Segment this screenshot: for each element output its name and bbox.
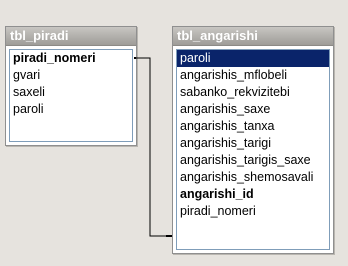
table-title[interactable]: tbl_piradi xyxy=(6,27,136,46)
field-piradi-nomeri[interactable]: piradi_nomeri xyxy=(10,50,132,67)
field-paroli[interactable]: paroli xyxy=(10,101,132,118)
field-paroli[interactable]: paroli xyxy=(177,50,329,67)
relationship-diagram: tbl_piradi piradi_nomeri gvari saxeli pa… xyxy=(0,0,348,266)
field-angarishi-id[interactable]: angarishi_id xyxy=(177,186,329,203)
table-tbl-piradi[interactable]: tbl_piradi piradi_nomeri gvari saxeli pa… xyxy=(5,26,137,146)
field-sabanko-rekvizitebi[interactable]: sabanko_rekvizitebi xyxy=(177,84,329,101)
field-angarishis-saxe[interactable]: angarishis_saxe xyxy=(177,101,329,118)
table-title[interactable]: tbl_angarishi xyxy=(173,27,333,46)
table-tbl-angarishi[interactable]: tbl_angarishi paroli angarishis_mflobeli… xyxy=(172,26,334,254)
field-saxeli[interactable]: saxeli xyxy=(10,84,132,101)
field-list: paroli angarishis_mflobeli sabanko_rekvi… xyxy=(176,49,330,250)
field-list: piradi_nomeri gvari saxeli paroli xyxy=(9,49,133,142)
field-angarishis-mflobeli[interactable]: angarishis_mflobeli xyxy=(177,67,329,84)
field-angarishis-tanxa[interactable]: angarishis_tanxa xyxy=(177,118,329,135)
field-angarishis-shemosavali[interactable]: angarishis_shemosavali xyxy=(177,169,329,186)
relationship-connector xyxy=(135,57,172,237)
field-angarishis-tarigis-saxe[interactable]: angarishis_tarigis_saxe xyxy=(177,152,329,169)
field-piradi-nomeri[interactable]: piradi_nomeri xyxy=(177,203,329,220)
field-gvari[interactable]: gvari xyxy=(10,67,132,84)
field-angarishis-tarigi[interactable]: angarishis_tarigi xyxy=(177,135,329,152)
